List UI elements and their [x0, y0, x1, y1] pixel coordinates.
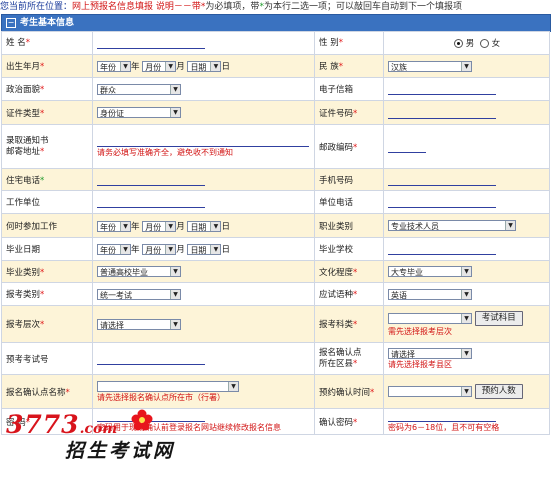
exam-level-select[interactable]: 请选择 ▼	[97, 318, 181, 330]
grad-year-select[interactable]: 年份 ▼	[97, 244, 131, 255]
ethnicity-select[interactable]: 汉族 ▼	[388, 60, 472, 72]
postcode-label: 邮政编码	[319, 142, 354, 153]
birth-month-unit: 月	[176, 62, 185, 72]
grad-month-select[interactable]: 月份 ▼	[142, 244, 177, 255]
birth-day-unit: 日	[221, 62, 230, 72]
birth-year-select[interactable]: 年份 ▼	[97, 61, 131, 72]
work-start-day-select[interactable]: 日期 ▼	[187, 220, 222, 232]
postcode-input[interactable]	[388, 141, 426, 153]
password-label: 密 码	[6, 417, 26, 428]
exam-level-label: 报考层次	[6, 320, 41, 330]
note-label: 说明－－带	[155, 2, 201, 12]
id-number-input[interactable]	[388, 107, 496, 119]
education-label: 文化程度	[319, 267, 354, 278]
location-bar: 您当前所在位置：网上预报名信息填报 说明－－带*为必填项，带*为本行二选一项；可…	[0, 0, 553, 14]
political-select[interactable]: 群众 ▼	[97, 83, 181, 95]
confirm-point-label: 报名确认点名称	[6, 387, 66, 398]
work-unit-input[interactable]	[97, 196, 205, 208]
confirm-password-hint: 密码为6－18位，且不可有空格	[388, 423, 500, 432]
birth-year-unit: 年	[131, 62, 140, 72]
appointment-label: 预约确认时间	[319, 387, 371, 398]
pre-exam-no-input[interactable]	[97, 353, 205, 365]
confirm-password-label: 确认密码	[319, 417, 354, 428]
appointment-count-button[interactable]: 预约人数	[474, 384, 523, 399]
grad-month-unit: 月	[176, 245, 185, 255]
work-start-day-unit: 日	[221, 221, 230, 232]
work-start-label: 何时参加工作	[6, 221, 58, 232]
name-label: 姓 名	[6, 37, 26, 48]
address-hint: 请务必填写准确齐全，避免收不到通知	[97, 148, 233, 157]
exam-category-label: 报考类别	[6, 290, 41, 300]
section-header: − 考生基本信息	[1, 14, 551, 32]
exam-subject-hint: 需先选择报考层次	[388, 327, 452, 336]
confirm-password-input[interactable]	[388, 410, 496, 422]
work-start-month-unit: 月	[176, 221, 185, 232]
note-required-text: 为必填项，带	[205, 2, 260, 12]
gender-male-radio[interactable]	[454, 39, 463, 48]
confirm-point-select[interactable]: ▼	[97, 380, 239, 392]
section-title: 考生基本信息	[20, 18, 75, 28]
work-start-year-unit: 年	[131, 221, 140, 232]
id-number-label: 证件号码	[319, 108, 354, 119]
mobile-input[interactable]	[388, 174, 496, 186]
birth-month-select[interactable]: 月份 ▼	[142, 61, 177, 72]
appointment-select[interactable]: ▼	[388, 386, 472, 397]
confirm-district-select[interactable]: 请选择 ▼	[388, 347, 472, 359]
exam-category-select[interactable]: 统一考试 ▼	[97, 288, 181, 300]
grad-school-label: 毕业学校	[319, 245, 354, 255]
password-hint: 密码用于现场确认前登录报名网站继续修改报名信息	[97, 423, 281, 432]
gender-male-label: 男	[465, 39, 475, 49]
gender-female-label: 女	[491, 39, 501, 49]
work-start-year-select[interactable]: 年份 ▼	[97, 220, 131, 232]
breadcrumb[interactable]: 网上预报名信息填报	[72, 2, 153, 12]
watermark-tagline: 招生考试网	[65, 440, 176, 462]
mobile-label: 手机号码	[319, 175, 354, 186]
grad-day-select[interactable]: 日期 ▼	[187, 244, 222, 255]
address-input[interactable]	[97, 135, 309, 147]
grad-school-input[interactable]	[388, 243, 496, 255]
location-label: 您当前所在位置：	[0, 2, 73, 12]
collapse-icon[interactable]: −	[6, 18, 16, 28]
home-phone-input[interactable]	[97, 174, 205, 186]
gender-label: 性 别	[319, 37, 339, 48]
password-input[interactable]	[97, 410, 205, 422]
note-either-text: 为本行二选一项；可以敲回车自动到下一个填报项	[263, 2, 462, 12]
exam-subject-select[interactable]: ▼	[388, 313, 472, 324]
grad-category-label: 毕业类别	[6, 267, 41, 278]
exam-subject-label: 报考科类	[319, 320, 354, 330]
pre-exam-no-label: 预考考试号	[6, 354, 49, 365]
job-category-label: 职业类别	[319, 221, 354, 232]
exam-language-label: 应试语种	[319, 290, 354, 300]
grad-day-unit: 日	[221, 245, 230, 255]
grad-category-select[interactable]: 普通高校毕业 ▼	[97, 266, 181, 277]
job-category-select[interactable]: 专业技术人员 ▼	[388, 220, 516, 231]
email-input[interactable]	[388, 83, 496, 95]
confirm-district-hint: 请先选择报考县区	[388, 359, 452, 369]
grad-date-label: 毕业日期	[6, 245, 41, 255]
work-start-month-select[interactable]: 月份 ▼	[142, 220, 177, 232]
confirm-point-hint: 请先选择报名确认点所在市（行署）	[97, 392, 225, 402]
work-phone-input[interactable]	[388, 196, 496, 208]
grad-year-unit: 年	[131, 245, 140, 255]
home-phone-label: 住宅电话	[6, 175, 41, 186]
work-unit-label: 工作单位	[6, 198, 41, 208]
confirm-district-label-line1: 报名确认点	[319, 347, 362, 358]
birth-day-select[interactable]: 日期 ▼	[187, 61, 222, 72]
ethnicity-label: 民 族	[319, 62, 339, 72]
registration-form: 姓 名* 性 别* 男 女 出生年月* 年份 ▼ 年 月份 ▼ 月 日期 ▼ 日 民 族* …	[1, 31, 550, 435]
birth-label: 出生年月	[6, 62, 41, 72]
education-select[interactable]: 大专毕业 ▼	[388, 266, 472, 277]
exam-language-select[interactable]: 英语 ▼	[388, 288, 472, 300]
id-type-select[interactable]: 身份证 ▼	[97, 107, 181, 118]
work-phone-label: 单位电话	[319, 198, 354, 208]
political-label: 政治面貌	[6, 85, 41, 95]
id-type-label: 证件类型	[6, 108, 41, 119]
exam-subjects-button[interactable]: 考试科目	[474, 311, 523, 326]
address-label-line2: 邮寄地址	[6, 146, 41, 157]
name-input[interactable]	[97, 37, 205, 49]
address-label-line1: 录取通知书	[6, 135, 49, 146]
email-label: 电子信箱	[319, 85, 354, 95]
gender-female-radio[interactable]	[479, 39, 489, 48]
confirm-district-label-line2: 所在区县	[319, 358, 354, 369]
